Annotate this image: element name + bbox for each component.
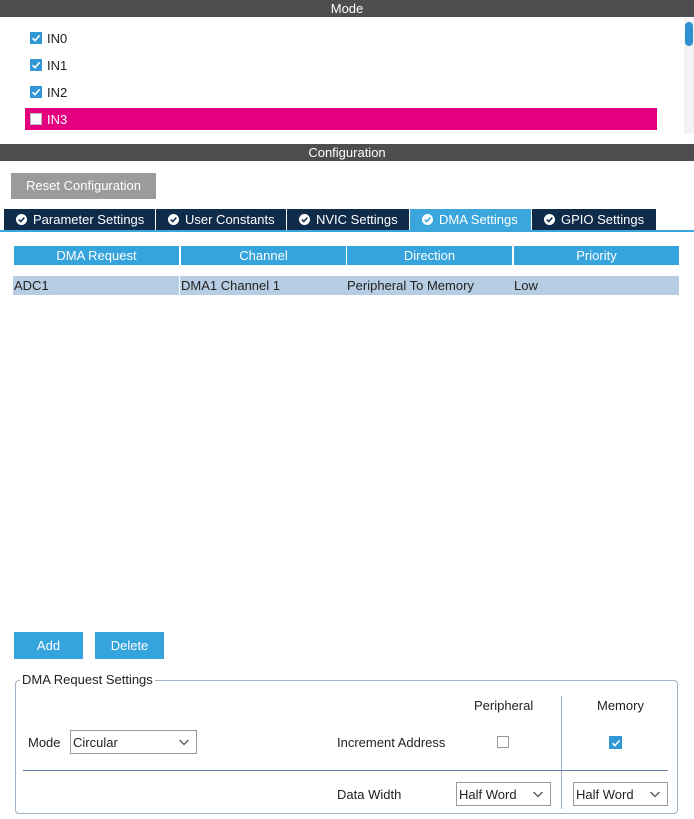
chevron-down-icon <box>178 736 190 751</box>
row-divider <box>23 770 668 771</box>
delete-button[interactable]: Delete <box>95 632 164 659</box>
mode-item-in1[interactable]: IN1 <box>25 54 657 76</box>
checkbox-checked-icon[interactable] <box>30 32 42 44</box>
tab-underline <box>0 230 694 232</box>
check-circle-icon <box>422 214 433 225</box>
mode-select[interactable]: Circular <box>70 730 197 754</box>
table-cell-priority[interactable]: Low <box>513 276 679 295</box>
data-width-peripheral-value: Half Word <box>459 786 517 802</box>
chevron-down-icon <box>649 788 661 803</box>
increment-peripheral-checkbox[interactable] <box>497 736 509 748</box>
mode-select-value: Circular <box>73 734 118 750</box>
reset-configuration-button[interactable]: Reset Configuration <box>11 173 156 199</box>
data-width-memory-value: Half Word <box>576 786 634 802</box>
tab-label: DMA Settings <box>439 212 518 227</box>
mode-item-in3[interactable]: IN3 <box>25 108 657 130</box>
data-width-peripheral-select[interactable]: Half Word <box>456 782 551 806</box>
increment-address-label: Increment Address <box>337 735 446 750</box>
mode-header: Mode <box>0 0 694 17</box>
tab-user-constants[interactable]: User Constants <box>156 209 286 230</box>
checkbox-checked-icon <box>611 739 620 747</box>
mode-item-in0[interactable]: IN0 <box>25 27 657 49</box>
check-circle-icon <box>544 214 555 225</box>
dma-request-settings-legend: DMA Request Settings <box>20 671 155 688</box>
mode-item-label: IN0 <box>47 30 68 46</box>
tab-gpio-settings[interactable]: GPIO Settings <box>532 209 656 230</box>
table-cell-channel[interactable]: DMA1 Channel 1 <box>180 276 346 295</box>
tab-label: GPIO Settings <box>561 212 645 227</box>
column-header-channel[interactable]: Channel <box>181 246 346 265</box>
mode-item-label: IN3 <box>47 111 68 127</box>
check-circle-icon <box>168 214 179 225</box>
configuration-header: Configuration <box>0 144 694 161</box>
add-button[interactable]: Add <box>14 632 83 659</box>
check-circle-icon <box>299 214 310 225</box>
data-width-memory-select[interactable]: Half Word <box>573 782 668 806</box>
column-header-priority[interactable]: Priority <box>514 246 679 265</box>
memory-header: Memory <box>597 698 644 713</box>
tab-nvic-settings[interactable]: NVIC Settings <box>287 209 409 230</box>
checkbox-unchecked-icon[interactable] <box>30 113 42 125</box>
checkbox-checked-icon[interactable] <box>30 86 42 98</box>
checkbox-checked-icon[interactable] <box>30 59 42 71</box>
table-cell-direction[interactable]: Peripheral To Memory <box>346 276 513 295</box>
check-circle-icon <box>16 214 27 225</box>
mode-item-label: IN1 <box>47 57 68 73</box>
column-header-direction[interactable]: Direction <box>347 246 512 265</box>
mode-label: Mode <box>28 735 61 750</box>
increment-memory-checkbox[interactable] <box>609 736 622 749</box>
tab-label: User Constants <box>185 212 275 227</box>
tab-label: Parameter Settings <box>33 212 145 227</box>
column-divider <box>561 696 562 809</box>
table-cell-dma-request[interactable]: ADC1 <box>13 276 179 295</box>
tab-label: NVIC Settings <box>316 212 398 227</box>
mode-item-in2[interactable]: IN2 <box>25 81 657 103</box>
tab-dma-settings[interactable]: DMA Settings <box>410 209 531 230</box>
data-width-label: Data Width <box>337 787 402 802</box>
column-header-dma-request[interactable]: DMA Request <box>14 246 179 265</box>
mode-scrollbar-thumb[interactable] <box>685 22 693 46</box>
chevron-down-icon <box>532 788 544 803</box>
tab-parameter-settings[interactable]: Parameter Settings <box>4 209 155 230</box>
peripheral-header: Peripheral <box>474 698 534 713</box>
mode-item-label: IN2 <box>47 84 68 100</box>
